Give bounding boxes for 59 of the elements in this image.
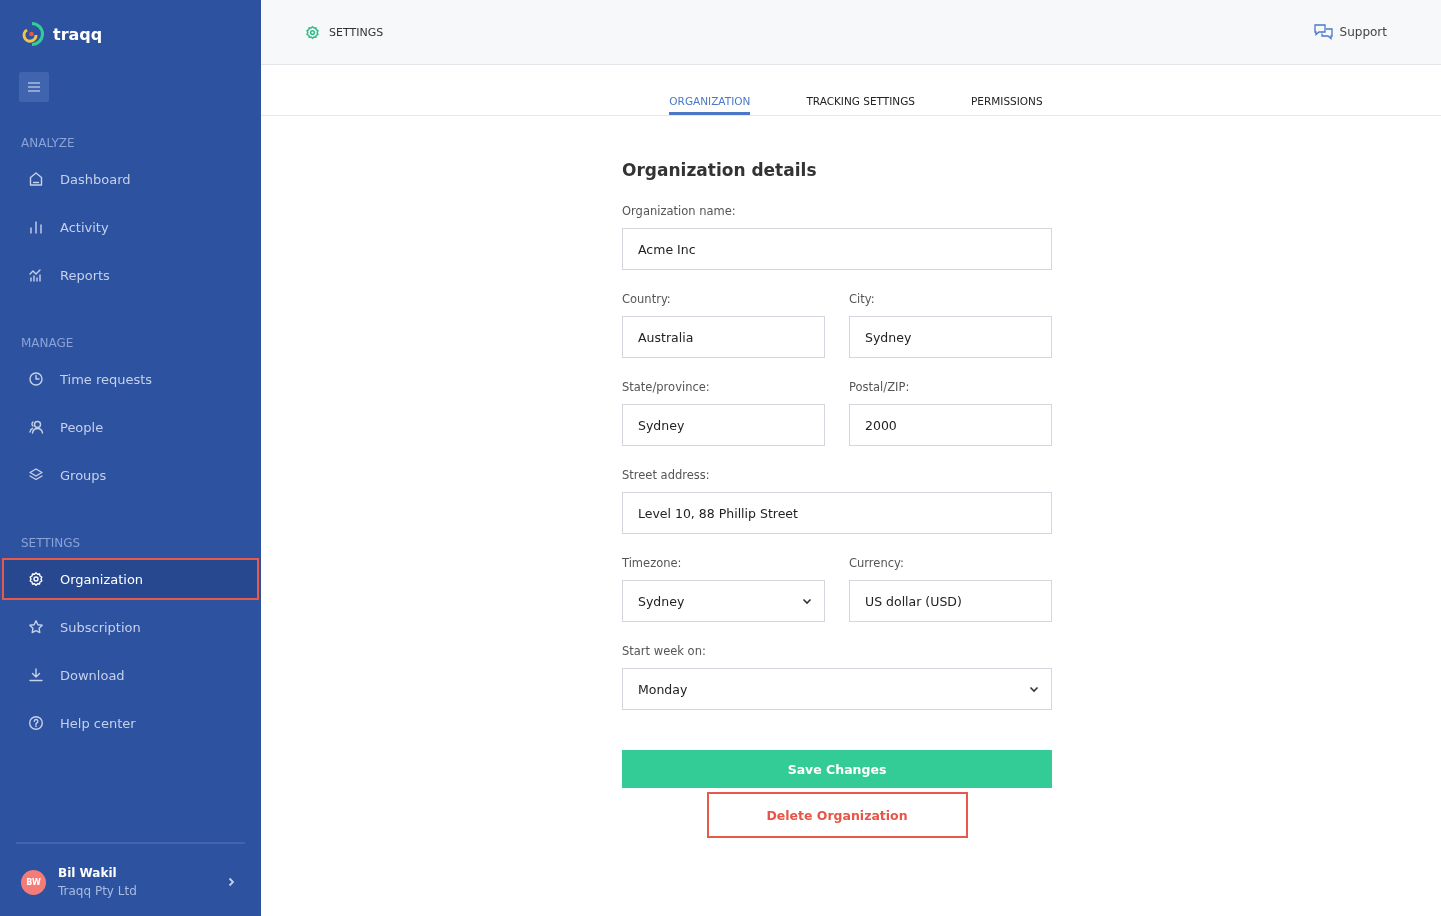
- dropdown-field[interactable]: Sydney: [622, 580, 825, 622]
- section-heading: ANALYZE: [20, 136, 76, 150]
- field-label: Start week on:: [622, 644, 707, 658]
- input-field[interactable]: 2000: [849, 404, 1052, 446]
- page-title: SETTINGS: [329, 25, 384, 39]
- chevron-down-icon: [802, 597, 812, 605]
- sidebar-item[interactable]: Download: [2, 654, 259, 696]
- sidebar-item[interactable]: Groups: [2, 454, 259, 496]
- input-field[interactable]: Level 10, 88 Phillip Street: [622, 492, 1052, 534]
- sidebar-item[interactable]: Help center: [2, 702, 259, 744]
- section-heading: MANAGE: [20, 336, 75, 350]
- section-title: Organization details: [622, 160, 818, 180]
- sidebar-item[interactable]: Subscription: [2, 606, 259, 648]
- sidebar-item[interactable]: Dashboard: [2, 158, 259, 200]
- tab[interactable]: ORGANIZATION: [669, 65, 751, 115]
- sidebar-item[interactable]: Organization: [2, 558, 259, 600]
- sidebar-item[interactable]: Reports: [2, 254, 259, 296]
- home-icon: [28, 171, 44, 187]
- sidebar-item[interactable]: People: [2, 406, 259, 448]
- field-label: Organization name:: [622, 204, 737, 218]
- field-label: Street address:: [622, 468, 711, 482]
- section-heading: SETTINGS: [20, 536, 82, 550]
- field-label: Timezone:: [622, 556, 683, 570]
- field-label: Currency:: [849, 556, 905, 570]
- chevron-right-icon[interactable]: [228, 877, 235, 887]
- input-field[interactable]: Australia: [622, 316, 825, 358]
- menu-icon: [28, 82, 40, 92]
- input-field[interactable]: Sydney: [849, 316, 1052, 358]
- support-link[interactable]: Support: [1307, 22, 1393, 42]
- dropdown-field[interactable]: Monday: [622, 668, 1052, 710]
- input-field[interactable]: US dollar (USD): [849, 580, 1052, 622]
- delete-button[interactable]: Delete Organization: [706, 792, 968, 838]
- tab[interactable]: PERMISSIONS: [971, 65, 1043, 115]
- layers-icon: [28, 467, 44, 483]
- settings-icon: [28, 571, 44, 587]
- logo-text: traqq: [53, 24, 103, 44]
- field-label: City:: [849, 292, 876, 306]
- field-label: Country:: [622, 292, 672, 306]
- settings-icon: [305, 24, 320, 40]
- chevron-down-icon: [1029, 685, 1039, 693]
- sidebar-item[interactable]: Time requests: [2, 358, 259, 400]
- logo-icon: [22, 22, 44, 46]
- input-field[interactable]: Acme Inc: [622, 228, 1052, 270]
- star-icon: [28, 619, 44, 635]
- field-label: Postal/ZIP:: [849, 380, 911, 394]
- people-icon: [28, 419, 44, 435]
- sidebar-item[interactable]: Activity: [2, 206, 259, 248]
- input-field[interactable]: Sydney: [622, 404, 825, 446]
- user-name: Bil Wakil: [58, 866, 118, 880]
- help-icon: [28, 715, 44, 731]
- avatar: BW: [21, 869, 46, 895]
- bar-chart-icon: [28, 219, 44, 235]
- clock-icon: [28, 371, 44, 387]
- company-name: Traqq Pty Ltd: [58, 884, 137, 898]
- tab[interactable]: TRACKING SETTINGS: [806, 65, 915, 115]
- line-chart-icon: [28, 267, 44, 283]
- download-icon: [28, 667, 44, 683]
- field-label: State/province:: [622, 380, 711, 394]
- chat-bubbles-icon: [1313, 23, 1333, 41]
